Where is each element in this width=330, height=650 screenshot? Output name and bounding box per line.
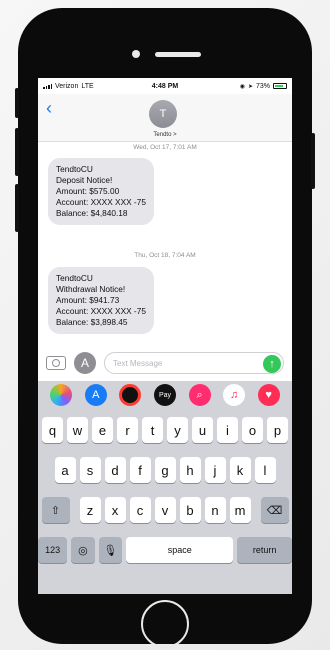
key-y[interactable]: y xyxy=(167,417,188,443)
avatar-initial: T xyxy=(159,108,167,120)
message-line: Account: XXXX XXX -75 xyxy=(56,197,146,207)
key-z[interactable]: z xyxy=(79,497,101,523)
keyboard-row-2: a s d f g h j k l xyxy=(38,457,292,483)
front-camera xyxy=(132,50,140,58)
key-s[interactable]: s xyxy=(79,457,101,483)
message-line: Balance: $4,840.18 xyxy=(56,208,128,218)
message-line: Balance: $3,898.45 xyxy=(56,317,128,327)
message-input[interactable]: Text Message ↑ xyxy=(104,352,284,374)
key-x[interactable]: x xyxy=(104,497,126,523)
message-placeholder: Text Message xyxy=(113,358,163,368)
music-icon[interactable]: ♫ xyxy=(223,384,246,406)
app-store-icon[interactable]: A xyxy=(84,384,107,406)
message-line: Deposit Notice! xyxy=(56,175,113,185)
message-line: Amount: $575.00 xyxy=(56,186,120,196)
message-composer: A Text Message ↑ xyxy=(38,346,292,380)
carrier-label: Verizon xyxy=(55,82,79,90)
message-line: TendtoCU xyxy=(56,273,93,283)
photos-icon[interactable] xyxy=(50,384,73,406)
key-r[interactable]: r xyxy=(117,417,138,443)
key-v[interactable]: v xyxy=(154,497,176,523)
clock: 4:48 PM xyxy=(151,82,179,90)
key-h[interactable]: h xyxy=(179,457,201,483)
message-bubble[interactable]: TendtoCU Withdrawal Notice! Amount: $941… xyxy=(48,267,154,334)
conversation-header: ‹ T Tendto > xyxy=(38,94,292,142)
key-c[interactable]: c xyxy=(129,497,151,523)
message-bubble[interactable]: TendtoCU Deposit Notice! Amount: $575.00… xyxy=(48,158,154,225)
keyboard: q w e r t y u i o p a s d f g h j k l ⇧ … xyxy=(38,409,292,594)
contact-name[interactable]: Tendto > xyxy=(38,132,292,138)
key-i[interactable]: i xyxy=(217,417,238,443)
numbers-key[interactable]: 123 xyxy=(38,537,68,563)
volume-up-button xyxy=(15,128,19,176)
message-line: Account: XXXX XXX -75 xyxy=(56,306,146,316)
key-p[interactable]: p xyxy=(267,417,288,443)
key-g[interactable]: g xyxy=(154,457,176,483)
send-arrow-icon[interactable]: ↑ xyxy=(263,355,281,373)
message-line: Amount: $941.73 xyxy=(56,295,120,305)
location-icon: ◉ xyxy=(239,83,245,90)
imessage-app-drawer: A Pay ⌕ ♫ ♥ xyxy=(38,381,292,409)
space-key[interactable]: space xyxy=(126,537,234,563)
back-chevron-icon[interactable]: ‹ xyxy=(46,98,52,119)
key-t[interactable]: t xyxy=(142,417,163,443)
search-images-icon[interactable]: ⌕ xyxy=(188,384,211,406)
message-line: TendtoCU xyxy=(56,164,93,174)
mute-switch xyxy=(15,88,19,118)
key-w[interactable]: w xyxy=(67,417,88,443)
network-label: LTE xyxy=(81,82,94,90)
key-f[interactable]: f xyxy=(129,457,151,483)
phone-frame: Verizon LTE 4:48 PM ◉ ➤ 73% ‹ T Tendto >… xyxy=(15,8,315,648)
earpiece-speaker xyxy=(155,52,201,57)
activity-icon[interactable] xyxy=(119,384,142,406)
heart-stickers-icon[interactable]: ♥ xyxy=(257,384,280,406)
signal-icon xyxy=(43,83,52,89)
key-b[interactable]: b xyxy=(179,497,201,523)
power-button xyxy=(311,133,315,189)
shift-arrow-icon[interactable]: ⇧ xyxy=(41,497,70,523)
return-key[interactable]: return xyxy=(237,537,292,563)
key-u[interactable]: u xyxy=(192,417,213,443)
keyboard-row-3: ⇧ z x c v b n m ⌫ xyxy=(38,497,292,523)
key-l[interactable]: l xyxy=(254,457,276,483)
screen: Verizon LTE 4:48 PM ◉ ➤ 73% ‹ T Tendto >… xyxy=(38,78,292,594)
keyboard-row-1: q w e r t y u i o p xyxy=(38,417,292,443)
keyboard-row-4: 123 ◎ 🎙 space return xyxy=(38,537,292,563)
globe-icon[interactable]: ◎ xyxy=(71,537,95,563)
key-o[interactable]: o xyxy=(242,417,263,443)
backspace-icon[interactable]: ⌫ xyxy=(260,497,289,523)
volume-down-button xyxy=(15,184,19,232)
camera-icon[interactable] xyxy=(46,356,66,370)
message-timestamp: Thu, Oct 18, 7:04 AM xyxy=(134,252,196,259)
battery-percent: 73% xyxy=(255,82,270,90)
status-bar: Verizon LTE 4:48 PM ◉ ➤ 73% xyxy=(38,78,292,94)
navigation-icon: ➤ xyxy=(247,83,253,90)
key-a[interactable]: a xyxy=(54,457,76,483)
key-j[interactable]: j xyxy=(204,457,226,483)
microphone-icon[interactable]: 🎙 xyxy=(98,537,123,563)
battery-icon xyxy=(273,83,287,89)
app-store-icon[interactable]: A xyxy=(74,352,96,374)
key-m[interactable]: m xyxy=(229,497,251,523)
key-n[interactable]: n xyxy=(204,497,226,523)
message-line: Withdrawal Notice! xyxy=(56,284,126,294)
key-d[interactable]: d xyxy=(104,457,126,483)
apple-pay-icon[interactable]: Pay xyxy=(153,384,176,406)
message-timestamp: Wed, Oct 17, 7:01 AM xyxy=(133,144,197,151)
home-button[interactable] xyxy=(141,600,189,648)
contact-avatar[interactable]: T xyxy=(149,100,177,128)
key-k[interactable]: k xyxy=(229,457,251,483)
key-e[interactable]: e xyxy=(92,417,113,443)
key-q[interactable]: q xyxy=(42,417,63,443)
